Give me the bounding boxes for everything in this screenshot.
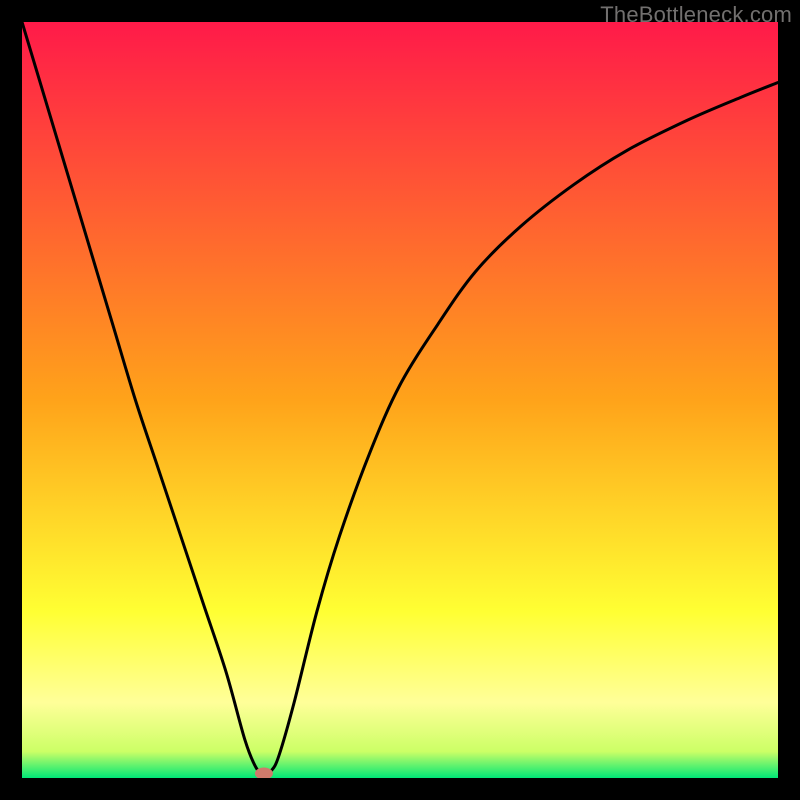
bottleneck-chart (22, 22, 778, 778)
chart-frame (22, 22, 778, 778)
watermark-text: TheBottleneck.com (600, 2, 792, 28)
